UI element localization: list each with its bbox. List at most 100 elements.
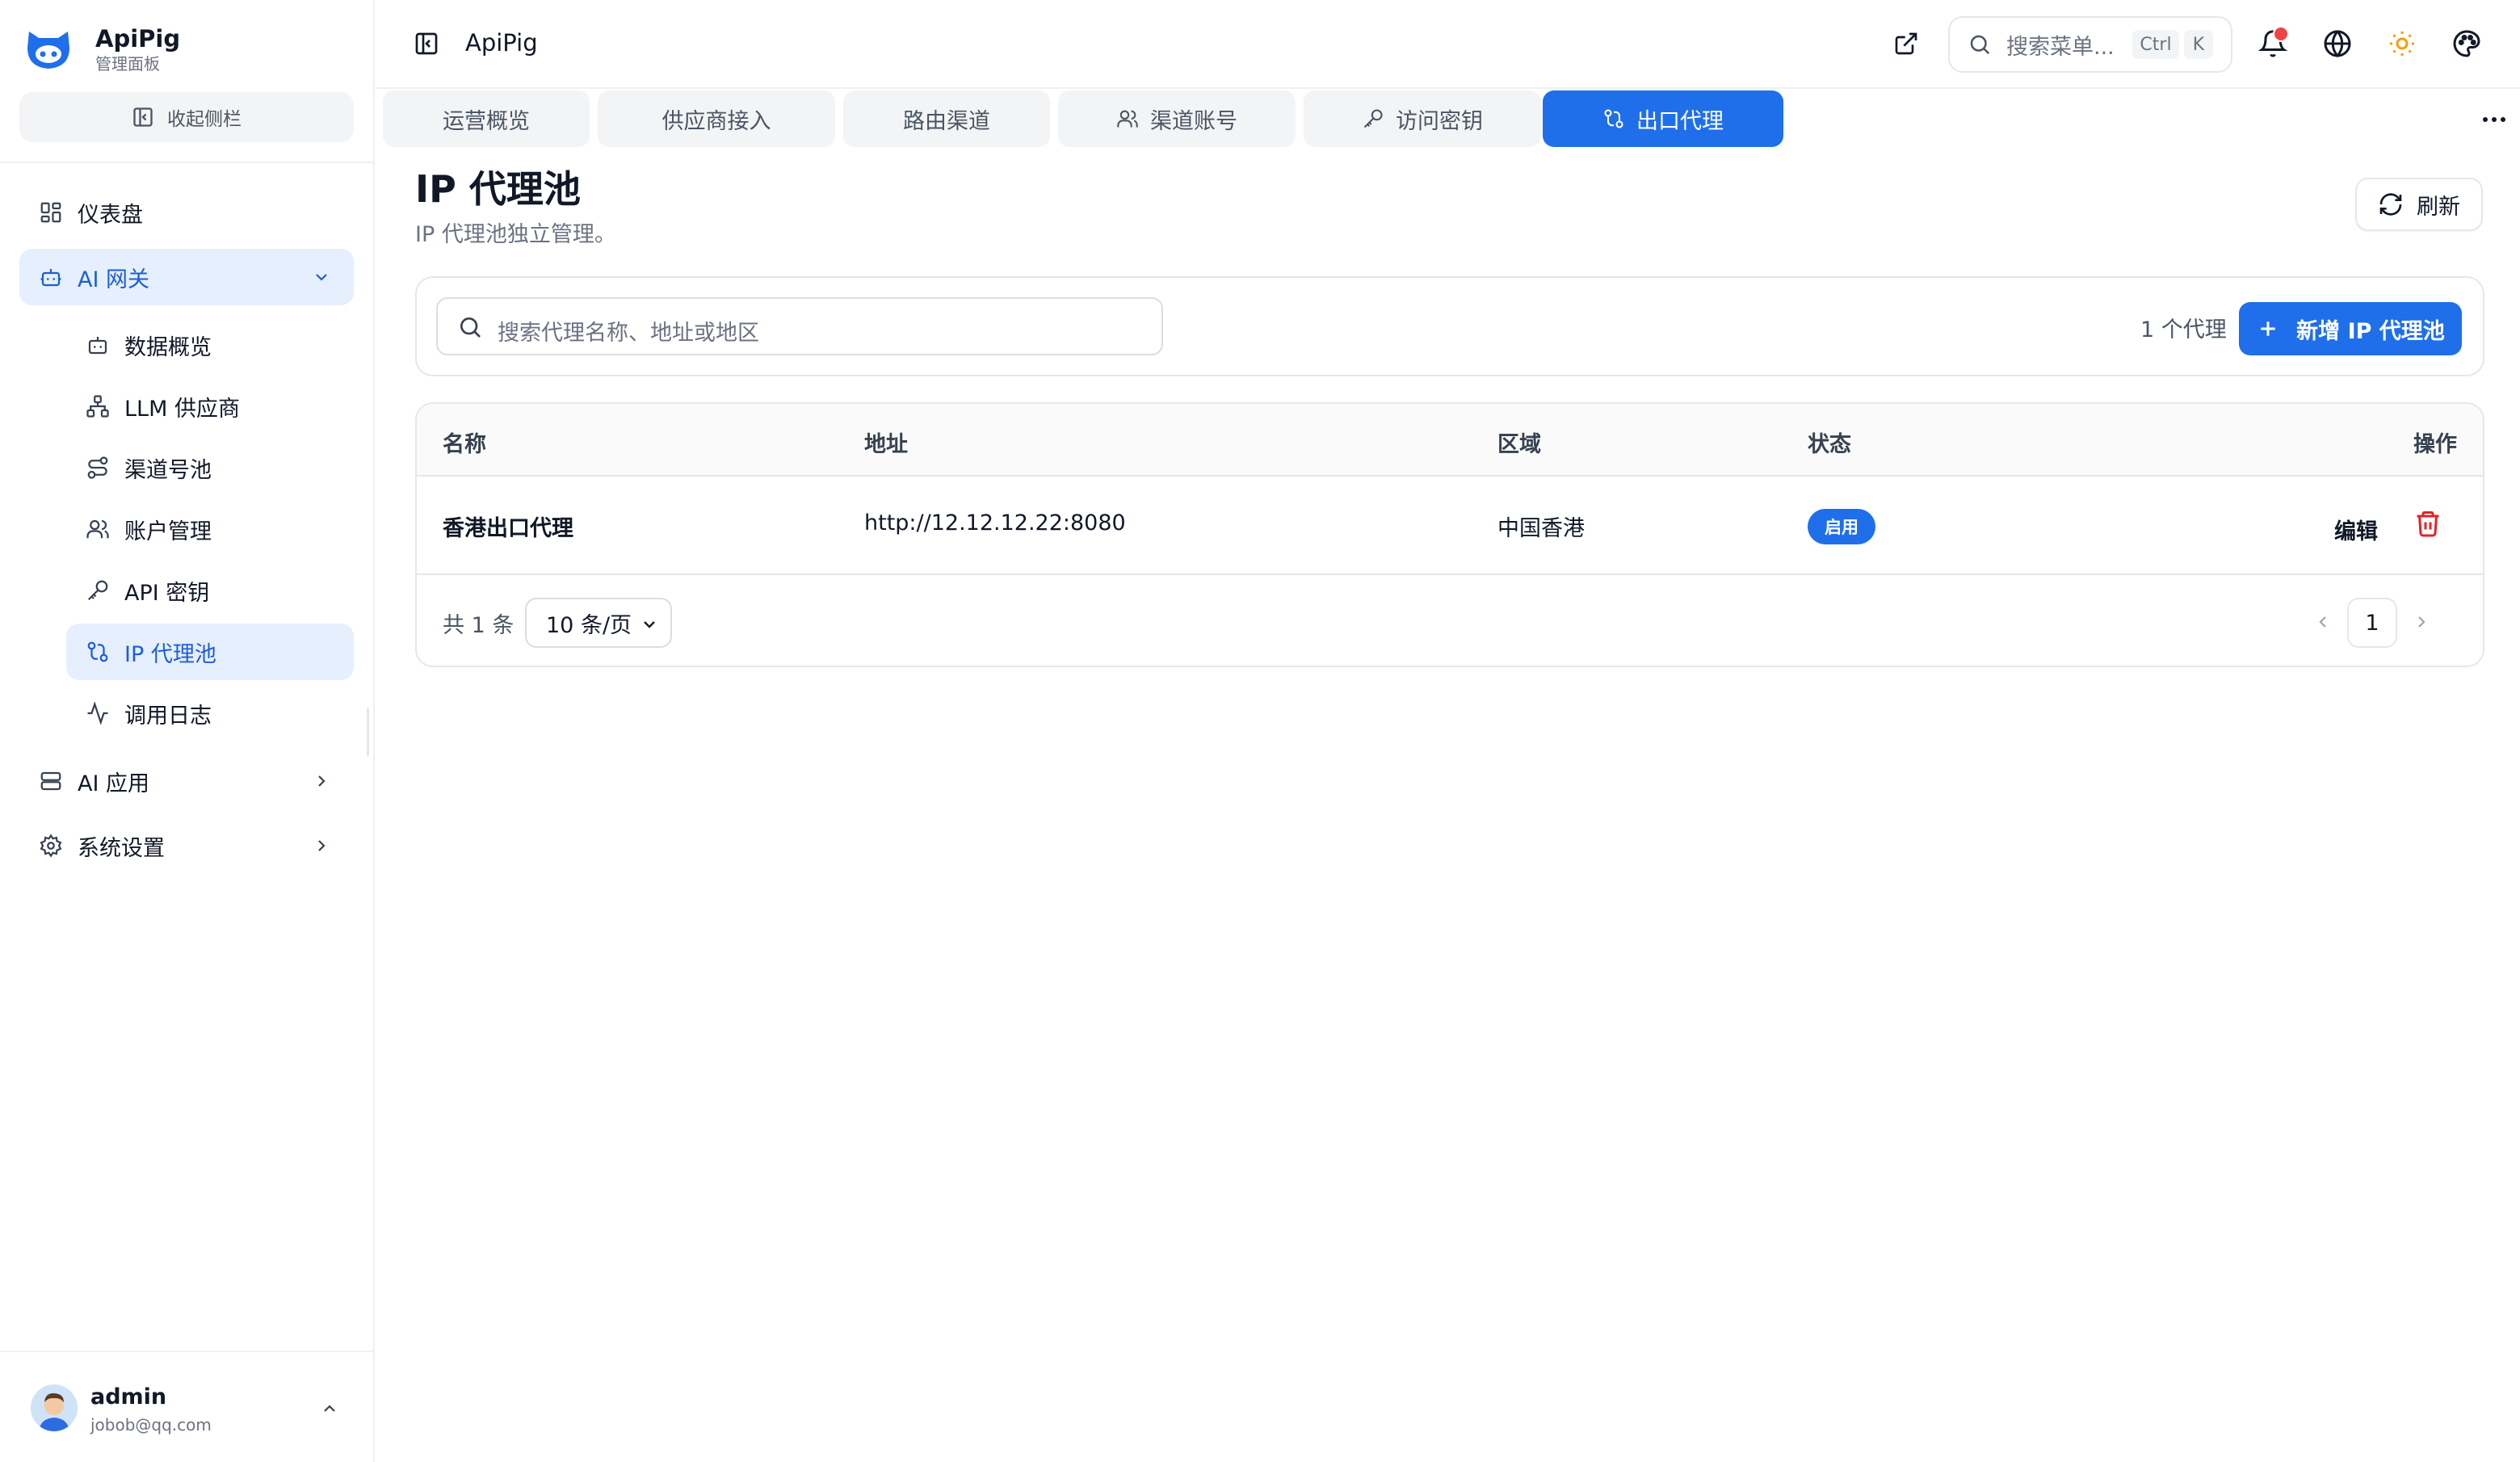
cell-address: http://12.12.12.22:8080 [864, 510, 1126, 536]
chevron-right-icon[interactable] [2412, 612, 2431, 632]
proxy-table: 名称 地址 区域 状态 操作 香港出口代理 http://12.12.12.22… [415, 402, 2484, 667]
dashboard-icon [40, 202, 61, 223]
sidebar-subitem-label: API 密钥 [124, 580, 210, 606]
panel-left-icon [133, 107, 153, 127]
proxy-search-input[interactable]: 搜索代理名称、地址或地区 [436, 297, 1163, 355]
tab-label: 渠道账号 [1150, 108, 1237, 134]
refresh-button[interactable]: 刷新 [2355, 178, 2483, 231]
bot-icon [88, 337, 107, 355]
proxy-search-placeholder: 搜索代理名称、地址或地区 [498, 321, 759, 346]
chevron-down-icon [644, 621, 655, 628]
add-ip-proxy-pool-label: 新增 IP 代理池 [2296, 318, 2445, 344]
sidebar-item-system-settings[interactable]: 系统设置 [19, 817, 354, 874]
palette-icon[interactable] [2452, 29, 2481, 58]
status-badge: 启用 [1808, 509, 1875, 544]
more-horizontal-icon[interactable] [2480, 110, 2509, 129]
column-header-address: 地址 [864, 432, 908, 457]
sidebar-subitem-call-logs[interactable]: 调用日志 [66, 685, 354, 742]
shortcut-key-ctrl: Ctrl [2132, 30, 2179, 59]
proxy-icon [1604, 109, 1623, 128]
user-email: jobob@qq.com [90, 1415, 212, 1435]
tab-provider-access[interactable]: 供应商接入 [598, 90, 835, 147]
sun-icon[interactable] [2388, 29, 2417, 58]
chevron-right-icon [318, 775, 326, 787]
sidebar-scroll-rail[interactable] [367, 708, 369, 756]
sidebar-item-ai-apps[interactable]: AI 应用 [19, 753, 354, 809]
chevron-down-icon [316, 274, 327, 281]
sidebar: ApiPig 管理面板 收起侧栏 仪表盘 AI 网关 数据概览 LLM 供应商 … [0, 0, 375, 1462]
sidebar-subitem-label: IP 代理池 [124, 641, 216, 667]
chevron-left-icon[interactable] [2313, 612, 2333, 632]
edit-button[interactable]: 编辑 [2334, 514, 2378, 545]
collapse-sidebar-button[interactable]: 收起侧栏 [19, 92, 354, 142]
sidebar-subitem-data-overview[interactable]: 数据概览 [66, 317, 354, 373]
external-link-icon[interactable] [1893, 31, 1919, 57]
user-avatar-icon [31, 1384, 78, 1431]
pig-logo-icon [27, 32, 69, 69]
tab-label: 路由渠道 [903, 108, 990, 134]
shortcut-key-k: K [2184, 30, 2213, 59]
sidebar-subitem-label: 调用日志 [124, 703, 212, 729]
column-header-name: 名称 [443, 432, 486, 457]
chevron-right-icon [318, 840, 326, 851]
chevron-up-icon [324, 1405, 335, 1412]
sidebar-item-label: 仪表盘 [78, 202, 143, 228]
tab-label: 出口代理 [1636, 108, 1724, 134]
table-pagination: 共 1 条 10 条/页 1 [417, 575, 2483, 666]
bot-icon [40, 269, 61, 287]
users-icon [1117, 110, 1138, 128]
page-subtitle: IP 代理池独立管理。 [415, 222, 616, 247]
globe-icon[interactable] [2323, 29, 2352, 58]
notification-dot [2273, 26, 2289, 42]
filter-bar: 搜索代理名称、地址或地区 1 个代理 新增 IP 代理池 [415, 276, 2484, 376]
sidebar-subitem-api-keys[interactable]: API 密钥 [66, 562, 354, 619]
tab-operations-overview[interactable]: 运营概览 [383, 90, 590, 147]
route-icon [87, 456, 108, 479]
add-ip-proxy-pool-button[interactable]: 新增 IP 代理池 [2239, 302, 2462, 355]
sidebar-subitem-label: LLM 供应商 [124, 396, 240, 422]
tab-routing-channels[interactable]: 路由渠道 [843, 90, 1050, 147]
sidebar-item-label: AI 应用 [78, 771, 150, 796]
sidebar-subitem-label: 数据概览 [124, 334, 212, 360]
cell-region: 中国香港 [1497, 516, 1585, 541]
page-size-select[interactable]: 10 条/页 [525, 598, 672, 648]
search-icon [460, 317, 481, 338]
sidebar-subitem-label: 账户管理 [124, 519, 212, 544]
table-row: 香港出口代理 http://12.12.12.22:8080 中国香港 启用 编… [417, 477, 2483, 575]
tab-label: 供应商接入 [662, 108, 771, 134]
page-title: IP 代理池 [415, 167, 581, 211]
users-icon [86, 519, 109, 539]
column-header-region: 区域 [1497, 432, 1541, 457]
table-header: 名称 地址 区域 状态 操作 [417, 404, 2483, 477]
tab-channel-accounts[interactable]: 渠道账号 [1058, 90, 1296, 147]
column-header-status: 状态 [1808, 432, 1851, 457]
gear-icon [40, 834, 62, 858]
top-header: ApiPig 搜索菜单... Ctrl K [375, 0, 2520, 89]
tab-label: 运营概览 [443, 108, 530, 134]
avatar [31, 1384, 78, 1431]
brand[interactable]: ApiPig 管理面板 [23, 21, 180, 78]
sidebar-subitem-llm-providers[interactable]: LLM 供应商 [66, 378, 354, 435]
collapse-sidebar-label: 收起侧栏 [167, 109, 242, 130]
tab-access-keys[interactable]: 访问密钥 [1304, 90, 1541, 147]
tab-egress-proxy[interactable]: 出口代理 [1543, 90, 1783, 147]
sidebar-toggle-icon[interactable] [414, 31, 439, 57]
column-header-actions: 操作 [2413, 432, 2457, 457]
menu-search-button[interactable]: 搜索菜单... Ctrl K [1948, 16, 2232, 73]
page-number-button[interactable]: 1 [2347, 598, 2397, 648]
page-size-value: 10 条/页 [546, 612, 632, 638]
sidebar-subitem-channel-pool[interactable]: 渠道号池 [66, 439, 354, 496]
user-menu[interactable]: admin jobob@qq.com [0, 1351, 375, 1462]
plus-icon [2261, 321, 2275, 336]
refresh-label: 刷新 [2417, 194, 2460, 220]
brand-subtitle: 管理面板 [95, 54, 160, 74]
sidebar-item-ai-gateway[interactable]: AI 网关 [19, 249, 354, 305]
trash-icon[interactable] [2413, 509, 2442, 538]
sidebar-subitem-ip-proxy-pool[interactable]: IP 代理池 [66, 624, 354, 680]
sidebar-subitem-account-management[interactable]: 账户管理 [66, 501, 354, 557]
header-title: ApiPig [465, 29, 538, 57]
activity-icon [87, 701, 108, 725]
page-tabs: 运营概览 供应商接入 路由渠道 渠道账号 访问密钥 出口代理 [375, 89, 2520, 150]
sidebar-item-dashboard[interactable]: 仪表盘 [19, 184, 354, 241]
sidebar-item-label: 系统设置 [78, 835, 165, 861]
